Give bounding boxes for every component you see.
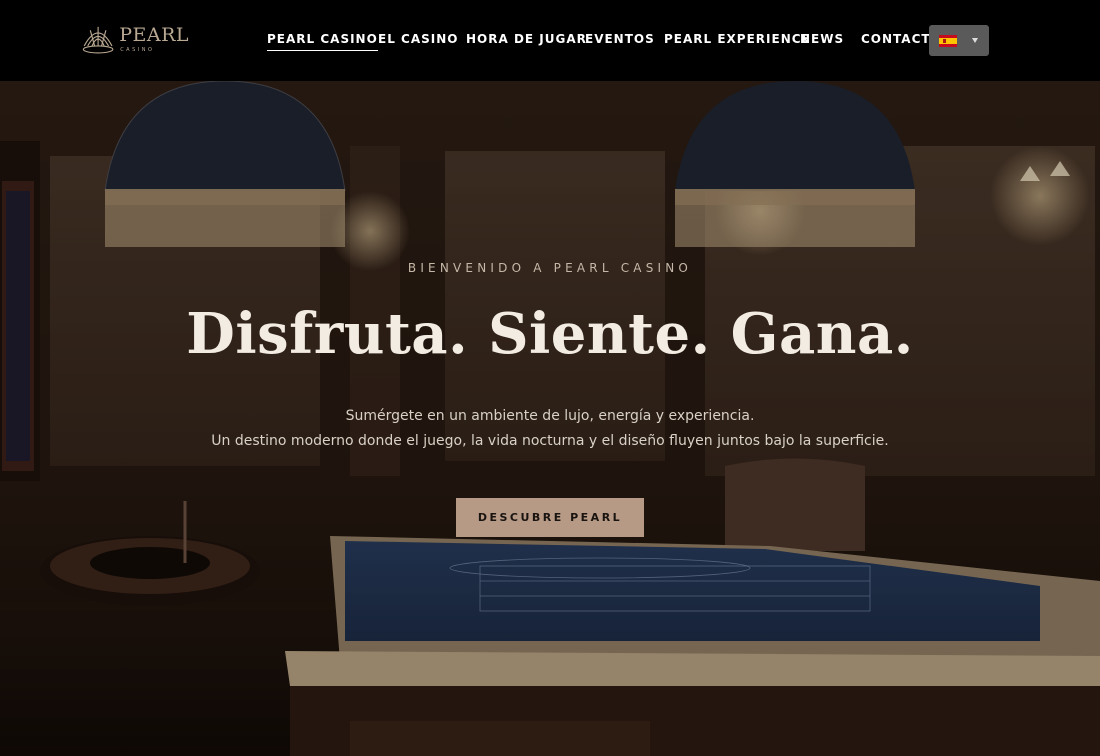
language-selector[interactable] bbox=[929, 25, 989, 56]
hero-headline: Disfruta. Siente. Gana. bbox=[186, 301, 914, 367]
nav-item-eventos[interactable]: EVENTOS bbox=[585, 32, 655, 46]
nav-item-pearl-experience[interactable]: PEARL EXPERIENCE bbox=[664, 32, 811, 46]
nav-item-pearl-casino[interactable]: PEARL CASINO bbox=[267, 32, 378, 51]
nav-item-contact[interactable]: CONTACT bbox=[861, 32, 931, 46]
hero-subtitle: Sumérgete en un ambiente de lujo, energí… bbox=[0, 404, 1100, 454]
spain-flag-icon bbox=[939, 35, 957, 47]
hero-section: BIENVENIDO A PEARL CASINO Disfruta. Sien… bbox=[0, 81, 1100, 756]
hero-subtitle-line-1: Sumérgete en un ambiente de lujo, energí… bbox=[345, 408, 755, 424]
nav-item-news[interactable]: NEWS bbox=[800, 32, 844, 46]
discover-pearl-button[interactable]: DESCUBRE PEARL bbox=[456, 498, 644, 537]
hero-kicker: BIENVENIDO A PEARL CASINO bbox=[407, 261, 693, 275]
hero-subtitle-line-2: Un destino moderno donde el juego, la vi… bbox=[211, 433, 889, 449]
nav-item-hora-de-jugar[interactable]: HORA DE JUGAR bbox=[466, 32, 587, 46]
chevron-down-icon bbox=[972, 38, 978, 43]
nav-item-el-casino[interactable]: EL CASINO bbox=[378, 32, 458, 46]
site-header: PEARL CASINO PEARL CASINO EL CASINO HORA… bbox=[0, 0, 1100, 81]
